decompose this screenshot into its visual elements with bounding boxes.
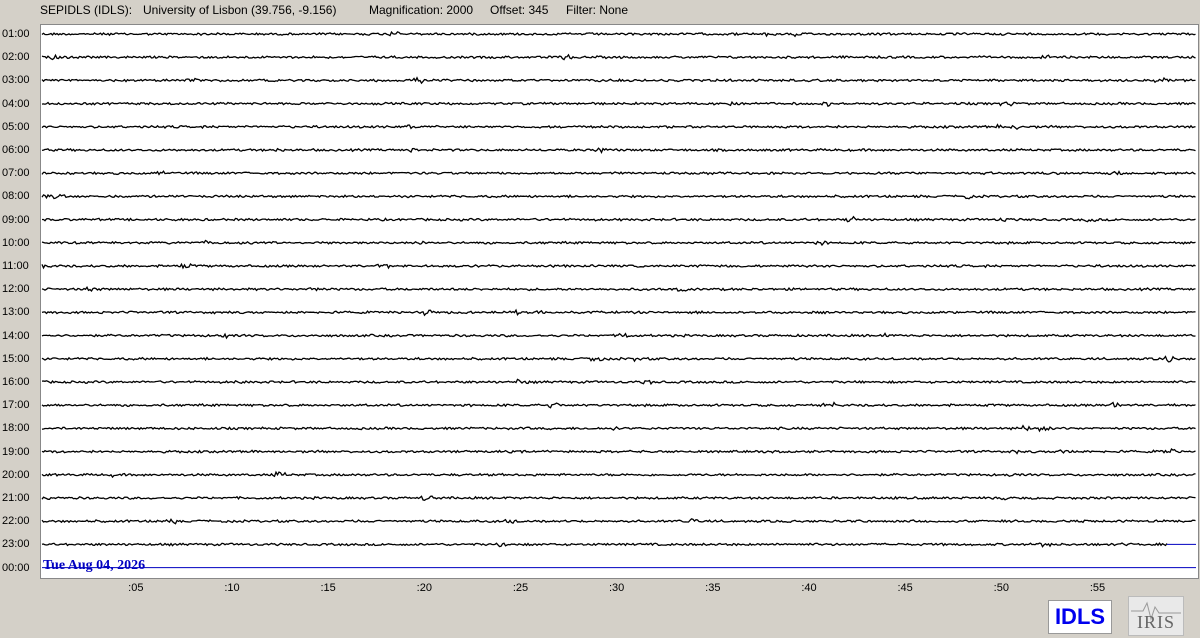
hour-label: 14:00 [2, 329, 30, 342]
hour-label: 03:00 [2, 74, 30, 87]
hour-label: 22:00 [2, 515, 30, 528]
hour-label: 02:00 [2, 51, 30, 64]
seismogram-trace [41, 170, 1196, 176]
seismogram-trace [41, 542, 1168, 548]
hour-label: 20:00 [2, 468, 30, 481]
minute-tick-label: :10 [224, 582, 240, 594]
hour-label: 05:00 [2, 120, 30, 133]
hour-label: 08:00 [2, 190, 30, 203]
minute-tick-label: :55 [1089, 582, 1106, 594]
seismogram-trace [41, 448, 1196, 455]
minute-tick-label: :40 [801, 582, 817, 594]
minute-tick-label: :25 [512, 582, 529, 594]
hour-label: 12:00 [2, 283, 30, 296]
hour-label: 01:00 [2, 28, 30, 40]
hour-label: 23:00 [2, 538, 30, 551]
minute-tick-label: :15 [320, 582, 336, 594]
hour-label: 21:00 [2, 492, 30, 504]
hour-label: 15:00 [2, 352, 30, 365]
seismogram-trace [41, 355, 1196, 363]
hour-label: 06:00 [2, 144, 30, 156]
idls-logo: IDLS [1048, 600, 1112, 634]
seismogram-trace [41, 123, 1196, 131]
hour-label: 04:00 [2, 97, 30, 110]
seismogram-trace [41, 470, 1196, 479]
hour-label: 16:00 [2, 376, 30, 388]
seismogram-trace [41, 100, 1196, 108]
hour-label: 09:00 [2, 213, 30, 226]
minute-tick-label: :35 [705, 582, 721, 594]
iris-logo: IRIS [1128, 596, 1184, 636]
hour-label: 10:00 [2, 236, 30, 249]
hour-label: 11:00 [2, 260, 29, 272]
hour-label: 07:00 [2, 167, 30, 180]
seismogram-trace [41, 239, 1196, 247]
seismogram-trace [41, 286, 1196, 293]
seismogram-traces [41, 30, 1196, 569]
minute-tick-label: :50 [993, 582, 1009, 594]
hour-label: 17:00 [2, 399, 30, 412]
hour-label: 19:00 [2, 445, 30, 458]
seismogram-trace [41, 76, 1196, 85]
seismogram-trace [42, 215, 1196, 223]
seismogram-trace [41, 495, 1196, 502]
minute-tick-label: :05 [128, 582, 144, 594]
minute-tick-label: :45 [897, 582, 913, 594]
hour-label: 18:00 [2, 422, 30, 435]
seismogram-trace [41, 308, 1196, 317]
seismogram-trace [41, 332, 1196, 340]
seismogram-trace [41, 193, 1196, 200]
iris-logo-text: IRIS [1136, 612, 1175, 632]
date-label: Tue Aug 04, 2026 [43, 558, 146, 573]
hour-label: 00:00 [2, 561, 30, 574]
minute-tick-label: :30 [609, 582, 625, 594]
seismogram-trace [41, 30, 1196, 38]
minute-tick-label: :20 [416, 582, 432, 594]
seismogram-trace [41, 518, 1196, 525]
seismogram-trace [41, 424, 1196, 433]
seismogram-trace [41, 262, 1196, 270]
seismogram-trace [41, 401, 1196, 409]
hour-label: 13:00 [2, 306, 30, 319]
seismogram-trace [41, 378, 1196, 386]
seismogram-trace [41, 147, 1196, 154]
seismogram-trace [41, 53, 1196, 61]
